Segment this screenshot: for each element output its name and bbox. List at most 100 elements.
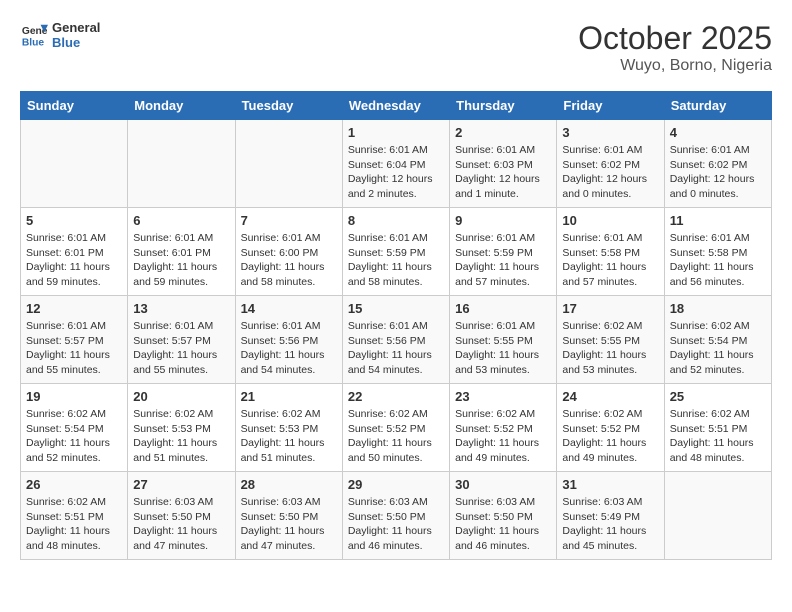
calendar-cell: 18 Sunrise: 6:02 AMSunset: 5:54 PMDayligh…: [664, 296, 771, 384]
weekday-header-thursday: Thursday: [450, 92, 557, 120]
calendar-cell: 4 Sunrise: 6:01 AMSunset: 6:02 PMDaylight…: [664, 120, 771, 208]
title-block: October 2025 Wuyo, Borno, Nigeria: [578, 20, 772, 75]
day-number: 23: [455, 389, 551, 404]
day-info: Sunrise: 6:01 AMSunset: 6:04 PMDaylight:…: [348, 143, 444, 202]
day-info: Sunrise: 6:03 AMSunset: 5:50 PMDaylight:…: [241, 495, 337, 554]
day-info: Sunrise: 6:02 AMSunset: 5:55 PMDaylight:…: [562, 319, 658, 378]
day-info: Sunrise: 6:01 AMSunset: 6:00 PMDaylight:…: [241, 231, 337, 290]
day-number: 6: [133, 213, 229, 228]
calendar-cell: 23 Sunrise: 6:02 AMSunset: 5:52 PMDayligh…: [450, 384, 557, 472]
calendar-cell: 2Sunrise: 6:01 AMSunset: 6:03 PMDaylight…: [450, 120, 557, 208]
weekday-header-sunday: Sunday: [21, 92, 128, 120]
calendar-week-row: 19Sunrise: 6:02 AMSunset: 5:54 PMDayligh…: [21, 384, 772, 472]
calendar-cell: 8 Sunrise: 6:01 AMSunset: 5:59 PMDaylight…: [342, 208, 449, 296]
calendar-week-row: 26 Sunrise: 6:02 AMSunset: 5:51 PMDayligh…: [21, 472, 772, 560]
calendar-cell: 19Sunrise: 6:02 AMSunset: 5:54 PMDayligh…: [21, 384, 128, 472]
day-info: Sunrise: 6:03 AMSunset: 5:49 PMDaylight:…: [562, 495, 658, 554]
day-number: 24: [562, 389, 658, 404]
weekday-header-friday: Friday: [557, 92, 664, 120]
calendar-cell: 13 Sunrise: 6:01 AMSunset: 5:57 PMDayligh…: [128, 296, 235, 384]
day-number: 11: [670, 213, 766, 228]
day-number: 18: [670, 301, 766, 316]
calendar-cell: 30 Sunrise: 6:03 AMSunset: 5:50 PMDayligh…: [450, 472, 557, 560]
day-number: 5: [26, 213, 122, 228]
day-number: 27: [133, 477, 229, 492]
calendar-table: SundayMondayTuesdayWednesdayThursdayFrid…: [20, 91, 772, 560]
calendar-cell: 28 Sunrise: 6:03 AMSunset: 5:50 PMDayligh…: [235, 472, 342, 560]
day-info: Sunrise: 6:03 AMSunset: 5:50 PMDaylight:…: [133, 495, 229, 554]
calendar-cell: 24 Sunrise: 6:02 AMSunset: 5:52 PMDayligh…: [557, 384, 664, 472]
day-info: Sunrise: 6:01 AMSunset: 5:58 PMDaylight:…: [562, 231, 658, 290]
day-info: Sunrise: 6:02 AMSunset: 5:53 PMDaylight:…: [133, 407, 229, 466]
calendar-cell: 25Sunrise: 6:02 AMSunset: 5:51 PMDayligh…: [664, 384, 771, 472]
day-number: 9: [455, 213, 551, 228]
logo-icon: General Blue: [20, 21, 48, 49]
day-info: Sunrise: 6:01 AMSunset: 5:59 PMDaylight:…: [455, 231, 551, 290]
day-number: 21: [241, 389, 337, 404]
calendar-cell: 29 Sunrise: 6:03 AMSunset: 5:50 PMDayligh…: [342, 472, 449, 560]
day-info: Sunrise: 6:02 AMSunset: 5:52 PMDaylight:…: [348, 407, 444, 466]
day-info: Sunrise: 6:01 AMSunset: 5:57 PMDaylight:…: [26, 319, 122, 378]
page-subtitle: Wuyo, Borno, Nigeria: [578, 57, 772, 75]
page-title: October 2025: [578, 20, 772, 57]
calendar-cell: 3 Sunrise: 6:01 AMSunset: 6:02 PMDaylight…: [557, 120, 664, 208]
day-number: 28: [241, 477, 337, 492]
day-info: Sunrise: 6:02 AMSunset: 5:51 PMDaylight:…: [670, 407, 766, 466]
weekday-header-tuesday: Tuesday: [235, 92, 342, 120]
calendar-cell: 1 Sunrise: 6:01 AMSunset: 6:04 PMDaylight…: [342, 120, 449, 208]
calendar-cell: 12Sunrise: 6:01 AMSunset: 5:57 PMDayligh…: [21, 296, 128, 384]
calendar-cell: 21Sunrise: 6:02 AMSunset: 5:53 PMDayligh…: [235, 384, 342, 472]
day-number: 14: [241, 301, 337, 316]
day-info: Sunrise: 6:01 AMSunset: 6:01 PMDaylight:…: [133, 231, 229, 290]
day-number: 17: [562, 301, 658, 316]
calendar-cell: 15Sunrise: 6:01 AMSunset: 5:56 PMDayligh…: [342, 296, 449, 384]
day-info: Sunrise: 6:01 AMSunset: 6:02 PMDaylight:…: [562, 143, 658, 202]
day-number: 16: [455, 301, 551, 316]
calendar-cell: 31 Sunrise: 6:03 AMSunset: 5:49 PMDayligh…: [557, 472, 664, 560]
day-info: Sunrise: 6:01 AMSunset: 6:02 PMDaylight:…: [670, 143, 766, 202]
calendar-cell: 7Sunrise: 6:01 AMSunset: 6:00 PMDaylight…: [235, 208, 342, 296]
day-number: 10: [562, 213, 658, 228]
calendar-cell: 22Sunrise: 6:02 AMSunset: 5:52 PMDayligh…: [342, 384, 449, 472]
day-info: Sunrise: 6:02 AMSunset: 5:52 PMDaylight:…: [455, 407, 551, 466]
day-number: 3: [562, 125, 658, 140]
calendar-week-row: 1 Sunrise: 6:01 AMSunset: 6:04 PMDaylight…: [21, 120, 772, 208]
calendar-cell: [235, 120, 342, 208]
day-number: 26: [26, 477, 122, 492]
calendar-cell: 11 Sunrise: 6:01 AMSunset: 5:58 PMDayligh…: [664, 208, 771, 296]
day-info: Sunrise: 6:03 AMSunset: 5:50 PMDaylight:…: [455, 495, 551, 554]
day-number: 30: [455, 477, 551, 492]
day-number: 4: [670, 125, 766, 140]
day-number: 8: [348, 213, 444, 228]
calendar-cell: 9 Sunrise: 6:01 AMSunset: 5:59 PMDaylight…: [450, 208, 557, 296]
logo-text-general: General: [52, 20, 100, 35]
day-info: Sunrise: 6:01 AMSunset: 5:59 PMDaylight:…: [348, 231, 444, 290]
day-info: Sunrise: 6:01 AMSunset: 5:57 PMDaylight:…: [133, 319, 229, 378]
day-number: 19: [26, 389, 122, 404]
day-info: Sunrise: 6:02 AMSunset: 5:54 PMDaylight:…: [670, 319, 766, 378]
calendar-cell: 20 Sunrise: 6:02 AMSunset: 5:53 PMDayligh…: [128, 384, 235, 472]
day-number: 29: [348, 477, 444, 492]
day-number: 1: [348, 125, 444, 140]
day-info: Sunrise: 6:03 AMSunset: 5:50 PMDaylight:…: [348, 495, 444, 554]
day-info: Sunrise: 6:01 AMSunset: 5:58 PMDaylight:…: [670, 231, 766, 290]
logo-text-blue: Blue: [52, 35, 100, 50]
day-info: Sunrise: 6:02 AMSunset: 5:51 PMDaylight:…: [26, 495, 122, 554]
weekday-header-saturday: Saturday: [664, 92, 771, 120]
weekday-header-monday: Monday: [128, 92, 235, 120]
day-number: 15: [348, 301, 444, 316]
calendar-cell: 14Sunrise: 6:01 AMSunset: 5:56 PMDayligh…: [235, 296, 342, 384]
day-number: 13: [133, 301, 229, 316]
calendar-cell: 10 Sunrise: 6:01 AMSunset: 5:58 PMDayligh…: [557, 208, 664, 296]
day-number: 2: [455, 125, 551, 140]
calendar-cell: 5 Sunrise: 6:01 AMSunset: 6:01 PMDaylight…: [21, 208, 128, 296]
day-info: Sunrise: 6:02 AMSunset: 5:52 PMDaylight:…: [562, 407, 658, 466]
calendar-cell: 26 Sunrise: 6:02 AMSunset: 5:51 PMDayligh…: [21, 472, 128, 560]
day-number: 31: [562, 477, 658, 492]
calendar-cell: 17 Sunrise: 6:02 AMSunset: 5:55 PMDayligh…: [557, 296, 664, 384]
day-number: 20: [133, 389, 229, 404]
day-info: Sunrise: 6:01 AMSunset: 6:01 PMDaylight:…: [26, 231, 122, 290]
calendar-week-row: 12Sunrise: 6:01 AMSunset: 5:57 PMDayligh…: [21, 296, 772, 384]
calendar-cell: 16Sunrise: 6:01 AMSunset: 5:55 PMDayligh…: [450, 296, 557, 384]
calendar-cell: [128, 120, 235, 208]
